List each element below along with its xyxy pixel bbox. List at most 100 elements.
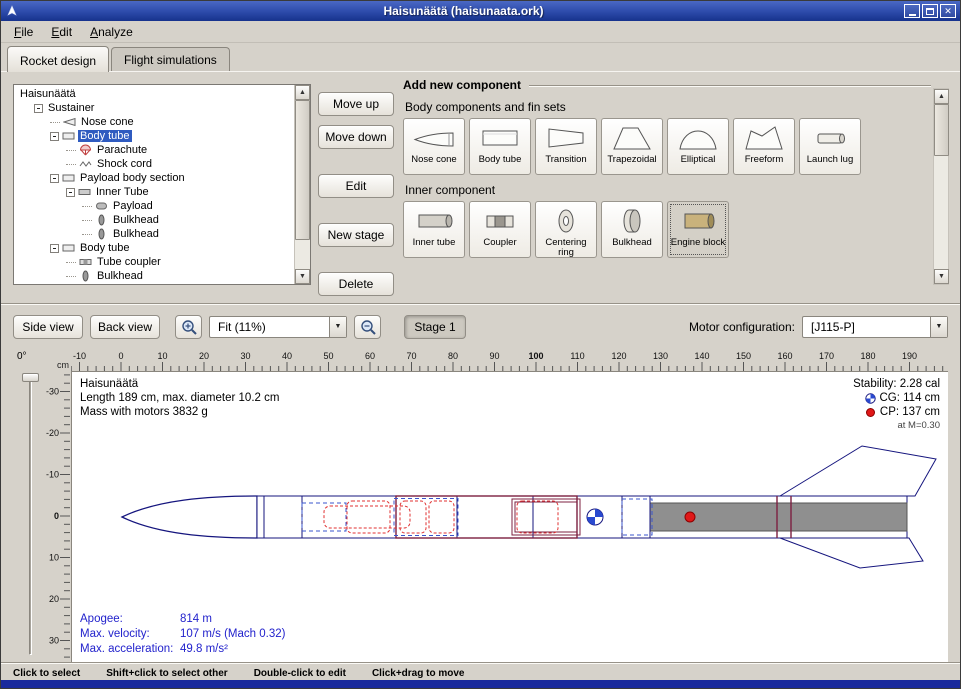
flight-stat-label: Max. velocity: [80, 627, 180, 642]
palette-button-centering-ring[interactable]: Centering ring [535, 201, 597, 258]
minimize-button[interactable] [904, 4, 920, 18]
maximize-button[interactable] [922, 4, 938, 18]
scroll-up-icon[interactable]: ▲ [295, 85, 310, 100]
menu-analyze[interactable]: Analyze [81, 22, 142, 42]
scrollbar-thumb[interactable] [295, 100, 310, 240]
tree-item-bulkhead[interactable]: Bulkhead [14, 213, 294, 227]
tree-item-payload[interactable]: Payload [14, 199, 294, 213]
tree-scrollbar[interactable]: ▲ ▼ [294, 85, 310, 284]
collapse-toggle-icon[interactable] [50, 174, 59, 183]
tab-rocket-design[interactable]: Rocket design [7, 46, 109, 72]
palette-button-transition[interactable]: Transition [535, 118, 597, 175]
bodytube-icon [62, 130, 75, 142]
scrollbar-thumb[interactable] [934, 104, 949, 156]
side-view-button[interactable]: Side view [13, 315, 83, 339]
vertical-ruler: -30-20-100102030 [45, 371, 71, 663]
move-up-button[interactable]: Move up [318, 92, 394, 116]
palette-row: Nose coneBody tubeTransitionTrapezoidalE… [403, 118, 931, 175]
svg-text:60: 60 [365, 351, 375, 361]
tree-item-shock-cord[interactable]: Shock cord [14, 157, 294, 171]
stage-1-toggle[interactable]: Stage 1 [404, 315, 466, 339]
tree-item-payload-body-section[interactable]: Payload body section [14, 171, 294, 185]
palette-button-elliptical[interactable]: Elliptical [667, 118, 729, 175]
palette-groups: Body components and fin setsNose coneBod… [403, 100, 931, 258]
palette-button-coupler[interactable]: Coupler [469, 201, 531, 258]
tree-item-sustainer[interactable]: Sustainer [14, 101, 294, 115]
tree-item-nose-cone[interactable]: Nose cone [14, 115, 294, 129]
collapse-toggle-icon[interactable] [50, 132, 59, 141]
tree-item-label: Payload [111, 200, 155, 212]
delete-button[interactable]: Delete [318, 272, 394, 296]
svg-text:180: 180 [860, 351, 875, 361]
menu-file[interactable]: File [5, 22, 42, 42]
zoom-out-button[interactable] [354, 315, 381, 339]
scroll-up-icon[interactable]: ▲ [934, 89, 949, 104]
palette-button-inner-tube[interactable]: Inner tube [403, 201, 465, 258]
collapse-toggle-icon[interactable] [66, 188, 75, 197]
tree-item-haisun-t[interactable]: Haisunäätä [14, 87, 294, 101]
palette-button-nose-cone[interactable]: Nose cone [403, 118, 465, 175]
titlebar[interactable]: Haisunäätä (haisunaata.ork) ✕ [1, 1, 960, 21]
view-toolbar: Side view Back view Fit (11%) ▼ Stage 1 … [1, 303, 960, 349]
palette-button-launch-lug[interactable]: Launch lug [799, 118, 861, 175]
coupler-icon [79, 256, 92, 268]
tree-item-parachute[interactable]: Parachute [14, 143, 294, 157]
chevron-down-icon: ▼ [329, 317, 346, 337]
status-hint: Shift+click to select other [106, 668, 227, 679]
tree-item-label: Shock cord [95, 158, 154, 170]
motor-configuration-select[interactable]: [J115-P] ▼ [802, 316, 948, 338]
back-view-button[interactable]: Back view [90, 315, 160, 339]
edit-button[interactable]: Edit [318, 174, 394, 198]
palette-scrollbar[interactable]: ▲ ▼ [933, 88, 949, 285]
rocket-info: Haisunäätä Length 189 cm, max. diameter … [80, 377, 279, 419]
close-button[interactable]: ✕ [940, 4, 956, 18]
flight-stat-value: 49.8 m/s² [180, 642, 285, 657]
zoom-in-button[interactable] [175, 315, 202, 339]
tree-item-label: Body tube [78, 242, 132, 254]
lower-fin-shape[interactable] [780, 538, 923, 568]
new-stage-button[interactable]: New stage [318, 223, 394, 247]
tree-item-bulkhead[interactable]: Bulkhead [14, 269, 294, 283]
tree-item-label: Bulkhead [95, 270, 145, 282]
tree-connector [66, 262, 76, 263]
svg-text:40: 40 [282, 351, 292, 361]
tree-item-tube-coupler[interactable]: Tube coupler [14, 255, 294, 269]
rotation-slider-track[interactable] [29, 375, 32, 655]
svg-text:120: 120 [611, 351, 626, 361]
rocket-design-panel: HaisunäätäSustainerNose coneBody tubePar… [1, 71, 960, 303]
palette-button-engine-block[interactable]: Engine block [667, 201, 729, 258]
status-hint: Click+drag to move [372, 668, 465, 679]
palette-button-freeform[interactable]: Freeform [733, 118, 795, 175]
scroll-down-icon[interactable]: ▼ [934, 269, 949, 284]
palette-button-trapezoidal[interactable]: Trapezoidal [601, 118, 663, 175]
close-icon: ✕ [944, 7, 952, 16]
elliptical-icon [676, 123, 720, 153]
tree-item-body-tube[interactable]: Body tube [14, 129, 294, 143]
move-down-button[interactable]: Move down [318, 125, 394, 149]
palette-button-label: Engine block [669, 238, 727, 248]
horizontal-ruler: -100102030405060708090100110120130140150… [71, 349, 948, 371]
scroll-down-icon[interactable]: ▼ [295, 269, 310, 284]
palette-button-bulkhead[interactable]: Bulkhead [601, 201, 663, 258]
zoom-select[interactable]: Fit (11%) ▼ [209, 316, 347, 338]
svg-text:0: 0 [118, 351, 123, 361]
tree-item-inner-tube[interactable]: Inner Tube [14, 185, 294, 199]
tree-item-bulkhead[interactable]: Bulkhead [14, 227, 294, 241]
svg-text:70: 70 [406, 351, 416, 361]
svg-text:50: 50 [323, 351, 333, 361]
tab-flight-simulations[interactable]: Flight simulations [111, 47, 230, 71]
upper-fin-shape[interactable] [780, 446, 936, 496]
ruler-unit-label: cm [45, 349, 71, 371]
nose-cone-shape[interactable] [122, 496, 257, 538]
tree-item-body-tube[interactable]: Body tube [14, 241, 294, 255]
rotation-slider-handle[interactable] [22, 373, 39, 382]
tab-row: Rocket designFlight simulations [1, 43, 960, 71]
tree-item-label: Body tube [78, 130, 132, 142]
collapse-toggle-icon[interactable] [34, 104, 43, 113]
menu-edit[interactable]: Edit [42, 22, 81, 42]
rocket-canvas[interactable]: Haisunäätä Length 189 cm, max. diameter … [71, 371, 948, 663]
svg-text:160: 160 [777, 351, 792, 361]
tree-connector [66, 276, 76, 277]
collapse-toggle-icon[interactable] [50, 244, 59, 253]
palette-button-body-tube[interactable]: Body tube [469, 118, 531, 175]
